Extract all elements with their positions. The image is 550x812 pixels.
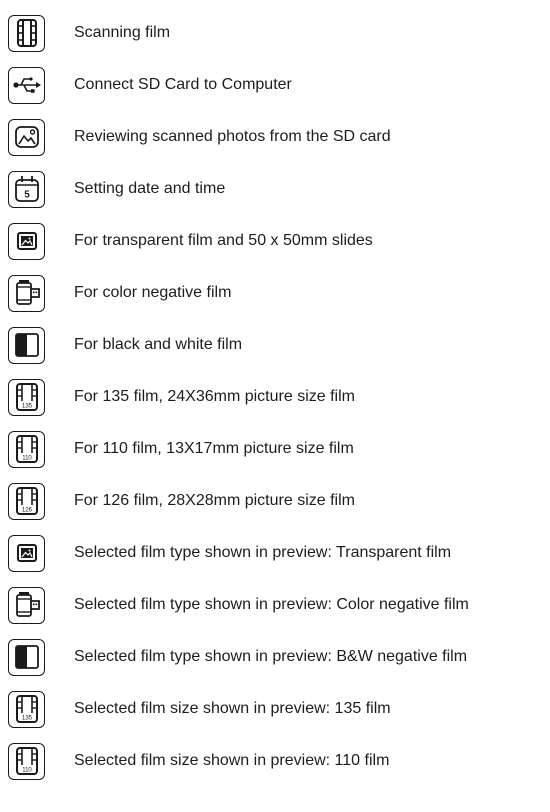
film-size-text: 110 bbox=[22, 768, 32, 774]
film-135-icon: 135 bbox=[8, 690, 45, 728]
legend-label: Selected film type shown in preview: Tra… bbox=[74, 544, 452, 561]
legend-label: For 110 film, 13X17mm picture size film bbox=[74, 440, 354, 457]
legend-row-135-film: 135 For 135 film, 24X36mm picture size f… bbox=[8, 377, 355, 417]
legend-row-scanning-film: Scanning film bbox=[8, 13, 170, 53]
legend-row-transparent-film: For transparent film and 50 x 50mm slide… bbox=[8, 221, 373, 261]
legend-label: Setting date and time bbox=[74, 180, 226, 197]
film-size-text: 135 bbox=[21, 404, 32, 410]
black-white-icon bbox=[8, 638, 45, 676]
film-135-icon: 135 bbox=[8, 378, 45, 416]
slide-icon bbox=[8, 534, 45, 572]
legend-label: For transparent film and 50 x 50mm slide… bbox=[74, 232, 373, 249]
film-size-text: 135 bbox=[21, 716, 32, 722]
legend-label: Selected film size shown in preview: 135… bbox=[74, 700, 391, 717]
legend-label: For 126 film, 28X28mm picture size film bbox=[74, 492, 355, 509]
legend-row-preview-transparent: Selected film type shown in preview: Tra… bbox=[8, 533, 451, 573]
legend-row-126-film: 126 For 126 film, 28X28mm picture size f… bbox=[8, 481, 355, 521]
calendar-icon: 5 bbox=[8, 170, 45, 208]
legend-row-color-negative: For color negative film bbox=[8, 273, 231, 313]
film-126-icon: 126 bbox=[8, 482, 45, 520]
legend-label: For color negative film bbox=[74, 284, 232, 301]
legend-row-preview-bw: Selected film type shown in preview: B&W… bbox=[8, 637, 467, 677]
calendar-day-text: 5 bbox=[24, 190, 30, 201]
legend-row-preview-color-negative: Selected film type shown in preview: Col… bbox=[8, 585, 469, 625]
legend-row-date-time: 5 Setting date and time bbox=[8, 169, 225, 209]
legend-label: Scanning film bbox=[74, 24, 171, 41]
slide-icon bbox=[8, 222, 45, 260]
film-110-icon: 110 bbox=[8, 430, 45, 468]
film-size-text: 110 bbox=[22, 456, 32, 462]
legend-label: Selected film type shown in preview: B&W… bbox=[74, 648, 468, 665]
film-canister-icon bbox=[8, 274, 45, 312]
legend-row-preview-110: 110 Selected film size shown in preview:… bbox=[8, 741, 389, 781]
legend-label: Selected film type shown in preview: Col… bbox=[74, 596, 469, 613]
film-110-icon: 110 bbox=[8, 742, 45, 780]
legend-label: Reviewing scanned photos from the SD car… bbox=[74, 128, 391, 145]
legend-row-review-photos: Reviewing scanned photos from the SD car… bbox=[8, 117, 391, 157]
film-canister-icon bbox=[8, 586, 45, 624]
legend-row-110-film: 110 For 110 film, 13X17mm picture size f… bbox=[8, 429, 354, 469]
legend-row-connect-sd: Connect SD Card to Computer bbox=[8, 65, 292, 105]
legend-label: For 135 film, 24X36mm picture size film bbox=[74, 388, 355, 405]
film-strip-icon bbox=[8, 14, 45, 52]
black-white-icon bbox=[8, 326, 45, 364]
photo-icon bbox=[8, 118, 45, 156]
legend-label: Connect SD Card to Computer bbox=[74, 76, 292, 93]
legend-label: For black and white film bbox=[74, 336, 243, 353]
legend-row-preview-135: 135 Selected film size shown in preview:… bbox=[8, 689, 391, 729]
film-size-text: 126 bbox=[21, 508, 32, 514]
legend-label: Selected film size shown in preview: 110… bbox=[74, 752, 390, 769]
usb-icon bbox=[8, 66, 45, 104]
legend-row-black-white: For black and white film bbox=[8, 325, 242, 365]
